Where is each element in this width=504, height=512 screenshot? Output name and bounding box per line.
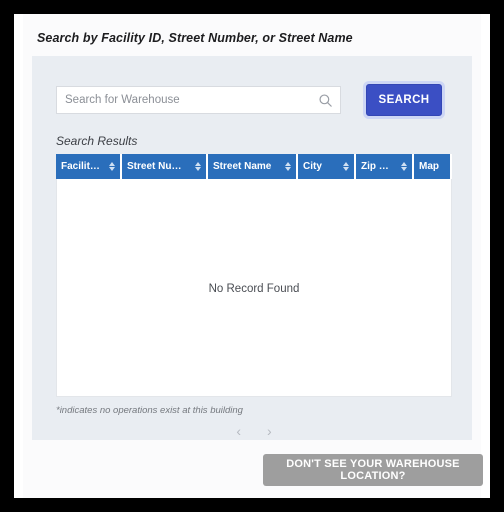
sort-arrows-icon[interactable] <box>285 162 291 171</box>
pagination: ‹ › <box>56 424 452 438</box>
footnote: *indicates no operations exist at this b… <box>56 405 243 416</box>
column-header-street-name[interactable]: Street Name <box>208 154 298 179</box>
search-results-label: Search Results <box>56 134 138 148</box>
table-header-row: Facility ID Street Number Street Name <box>56 154 452 179</box>
search-input[interactable] <box>57 87 323 113</box>
column-label: Facility ID <box>61 161 103 172</box>
sort-arrows-icon[interactable] <box>109 162 115 171</box>
search-button[interactable]: SEARCH <box>366 84 442 116</box>
column-header-city[interactable]: City <box>298 154 356 179</box>
column-label: Zip Code <box>361 161 395 172</box>
screen: Search by Facility ID, Street Number, or… <box>0 0 504 512</box>
sort-arrows-icon[interactable] <box>343 162 349 171</box>
sort-arrows-icon[interactable] <box>401 162 407 171</box>
column-label: City <box>303 161 322 172</box>
results-table: Facility ID Street Number Street Name <box>56 154 452 397</box>
page-title: Search by Facility ID, Street Number, or… <box>37 31 353 45</box>
column-label: Map <box>419 161 439 172</box>
column-header-zip-code[interactable]: Zip Code <box>356 154 414 179</box>
table-body: No Record Found <box>56 179 452 397</box>
column-label: Street Name <box>213 161 272 172</box>
search-row: SEARCH <box>56 84 456 118</box>
column-header-facility-id[interactable]: Facility ID <box>56 154 122 179</box>
card-inner: Search by Facility ID, Street Number, or… <box>23 14 483 498</box>
no-warehouse-location-button[interactable]: DON'T SEE YOUR WAREHOUSE LOCATION? <box>263 454 483 486</box>
column-header-map[interactable]: Map <box>414 154 452 179</box>
search-field[interactable] <box>56 86 341 114</box>
column-header-street-number[interactable]: Street Number <box>122 154 208 179</box>
pagination-prev-icon[interactable]: ‹ <box>236 424 241 438</box>
page-card: Search by Facility ID, Street Number, or… <box>14 14 490 498</box>
sort-arrows-icon[interactable] <box>195 162 201 171</box>
pagination-next-icon[interactable]: › <box>267 424 272 438</box>
search-icon <box>318 93 333 108</box>
search-panel: SEARCH Search Results Facility ID Street… <box>32 56 472 440</box>
column-label: Street Number <box>127 161 189 172</box>
no-record-message: No Record Found <box>208 283 300 295</box>
